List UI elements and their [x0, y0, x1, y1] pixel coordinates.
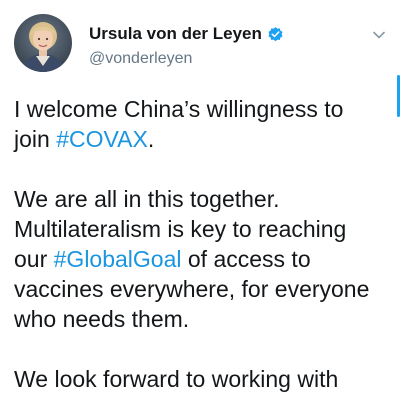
avatar[interactable]: [14, 14, 72, 72]
tweet-card: Ursula von der Leyen @vonderleyen I welc…: [0, 0, 400, 400]
verified-badge-icon: [267, 26, 284, 43]
tweet-paragraph-2: We are all in this together. Multilateral…: [14, 184, 384, 334]
hashtag-covax-link[interactable]: #COVAX: [56, 126, 148, 152]
chevron-down-icon[interactable]: [372, 28, 386, 42]
tweet-paragraph-3: We look forward to working with: [14, 364, 384, 394]
tweet-text-segment: We are all in this together.: [14, 186, 280, 212]
tweet-text-segment: We look forward to working with: [14, 366, 339, 392]
author-display-name[interactable]: Ursula von der Leyen: [89, 24, 262, 44]
hashtag-globalgoal-link[interactable]: #GlobalGoal: [54, 246, 182, 272]
tweet-paragraph-1: I welcome China’s willingness to join #C…: [14, 94, 384, 154]
tweet-text-segment: .: [147, 126, 155, 152]
author-name-row: Ursula von der Leyen: [89, 22, 284, 46]
author-handle[interactable]: @vonderleyen: [89, 50, 192, 68]
tweet-text: I welcome China’s willingness to join #C…: [14, 94, 384, 394]
